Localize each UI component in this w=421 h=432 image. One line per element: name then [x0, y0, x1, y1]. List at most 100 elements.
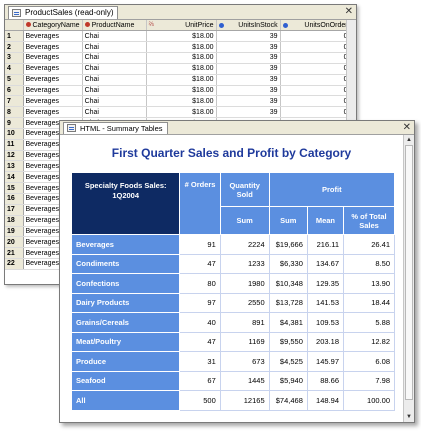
table-row[interactable]: 3BeveragesChai$18.00390	[5, 52, 351, 64]
row-number[interactable]: 22	[5, 258, 24, 270]
summary-profit-mean: 134.67	[306, 253, 345, 274]
cell-unitprice[interactable]: $18.00	[146, 106, 217, 119]
scroll-up-arrow-icon[interactable]: ▲	[404, 135, 414, 145]
header-sum-profit: Sum	[268, 206, 308, 235]
cell-unitsinstock[interactable]: 39	[216, 95, 281, 108]
cell-product[interactable]: Chai	[82, 30, 147, 43]
row-number[interactable]: 7	[5, 95, 24, 108]
cell-product[interactable]: Chai	[82, 63, 147, 75]
cell-unitsinstock[interactable]: 39	[216, 106, 281, 119]
table-row[interactable]: 2BeveragesChai$18.00390	[5, 41, 351, 54]
table-icon	[12, 9, 21, 17]
cell-unitsonorder[interactable]: 0	[280, 63, 351, 75]
table-row[interactable]: 8BeveragesChai$18.00390	[5, 106, 351, 119]
row-number[interactable]: 8	[5, 106, 24, 119]
table-row[interactable]: 4BeveragesChai$18.00390	[5, 63, 351, 75]
table-row[interactable]: 5BeveragesChai$18.00390	[5, 74, 351, 86]
cell-unitsonorder[interactable]: 0	[280, 106, 351, 119]
cell-product[interactable]: Chai	[82, 52, 147, 64]
row-number[interactable]: 11	[5, 139, 24, 151]
col-header-product[interactable]: ProductName	[82, 20, 147, 32]
close-icon[interactable]: ✕	[403, 121, 411, 134]
cell-category[interactable]: Beverages	[23, 85, 83, 97]
cell-unitsinstock[interactable]: 39	[216, 74, 281, 86]
cell-unitprice[interactable]: $18.00	[146, 52, 217, 64]
row-number[interactable]: 6	[5, 85, 24, 97]
cell-unitsinstock[interactable]: 39	[216, 63, 281, 75]
corner-label: Specialty Foods Sales: 1Q2004	[70, 172, 181, 235]
cell-unitprice[interactable]: $18.00	[146, 74, 217, 86]
cell-product[interactable]: Chai	[82, 95, 147, 108]
row-number[interactable]: 14	[5, 171, 24, 184]
row-number[interactable]: 5	[5, 74, 24, 86]
tab-summary-tables[interactable]: HTML - Summary Tables	[63, 122, 168, 134]
cell-unitsonorder[interactable]: 0	[280, 30, 351, 43]
summary-pct-total: 8.50	[343, 253, 395, 274]
summary-orders: 91	[179, 234, 221, 255]
cell-category[interactable]: Beverages	[23, 106, 83, 119]
row-number[interactable]: 17	[5, 204, 24, 216]
cell-category[interactable]: Beverages	[23, 63, 83, 75]
row-number[interactable]: 16	[5, 193, 24, 205]
cell-product[interactable]: Chai	[82, 106, 147, 119]
summary-profit-mean: 109.53	[306, 312, 345, 333]
col-header-unitsonorder[interactable]: UnitsOnOrder	[280, 20, 351, 32]
row-number[interactable]: 3	[5, 52, 24, 64]
col-header-unitsinstock[interactable]: UnitsInStock	[216, 20, 281, 32]
table-row[interactable]: 1BeveragesChai$18.00390	[5, 30, 351, 43]
cell-unitsonorder[interactable]: 0	[280, 95, 351, 108]
close-icon[interactable]: ✕	[345, 5, 353, 18]
tab-product-sales[interactable]: ProductSales (read-only)	[8, 6, 119, 19]
row-number[interactable]: 21	[5, 247, 24, 260]
html-page-icon	[67, 124, 76, 132]
row-number[interactable]: 4	[5, 63, 24, 75]
currency-field-icon: ⅔	[148, 21, 154, 28]
cell-unitsonorder[interactable]: 0	[280, 52, 351, 64]
cell-category[interactable]: Beverages	[23, 95, 83, 108]
cell-unitsonorder[interactable]: 0	[280, 74, 351, 86]
cell-unitsonorder[interactable]: 0	[280, 85, 351, 97]
row-number[interactable]: 20	[5, 236, 24, 249]
cell-category[interactable]: Beverages	[23, 52, 83, 64]
cell-unitsinstock[interactable]: 39	[216, 52, 281, 64]
grid-corner[interactable]	[5, 20, 24, 32]
table-row[interactable]: 7BeveragesChai$18.00390	[5, 95, 351, 108]
summary-quantity-sum: 1980	[219, 273, 270, 294]
cell-category[interactable]: Beverages	[23, 41, 83, 54]
cell-category[interactable]: Beverages	[23, 30, 83, 43]
summary-row: Dairy Products 97 2550 $13,728 141.53 18.44	[70, 292, 395, 313]
row-number[interactable]: 10	[5, 128, 24, 140]
cell-unitprice[interactable]: $18.00	[146, 41, 217, 54]
scroll-down-arrow-icon[interactable]: ▼	[404, 412, 414, 422]
row-number[interactable]: 18	[5, 215, 24, 227]
row-number[interactable]: 19	[5, 226, 24, 238]
cell-unitsinstock[interactable]: 39	[216, 85, 281, 97]
summary-profit-sum: $10,348	[268, 273, 308, 294]
summary-pct-total: 100.00	[343, 390, 395, 411]
cell-unitprice[interactable]: $18.00	[146, 30, 217, 43]
cell-product[interactable]: Chai	[82, 74, 147, 86]
cell-unitprice[interactable]: $18.00	[146, 85, 217, 97]
table-row[interactable]: 6BeveragesChai$18.00390	[5, 85, 351, 97]
cell-product[interactable]: Chai	[82, 41, 147, 54]
cell-category[interactable]: Beverages	[23, 74, 83, 86]
cell-unitsinstock[interactable]: 39	[216, 41, 281, 54]
row-number[interactable]: 1	[5, 30, 24, 43]
row-number[interactable]: 15	[5, 182, 24, 194]
row-number[interactable]: 12	[5, 150, 24, 162]
col-header-category[interactable]: CategoryName	[23, 20, 83, 32]
report-vertical-scrollbar[interactable]: ▲ ▼	[403, 135, 414, 422]
cell-unitsonorder[interactable]: 0	[280, 41, 351, 54]
col-header-unitprice[interactable]: ⅔ UnitPrice	[146, 20, 217, 32]
cell-unitprice[interactable]: $18.00	[146, 63, 217, 75]
row-number[interactable]: 9	[5, 117, 24, 129]
summary-row: All 500 12165 $74,468 148.94 100.00	[70, 390, 395, 411]
cell-unitsinstock[interactable]: 39	[216, 30, 281, 43]
row-number[interactable]: 13	[5, 160, 24, 173]
summary-header-row-1: Specialty Foods Sales: 1Q2004 # Orders Q…	[70, 172, 396, 235]
summary-profit-sum: $74,468	[268, 390, 308, 411]
row-number[interactable]: 2	[5, 41, 24, 54]
scroll-thumb[interactable]	[405, 145, 413, 400]
cell-product[interactable]: Chai	[82, 85, 147, 97]
cell-unitprice[interactable]: $18.00	[146, 95, 217, 108]
